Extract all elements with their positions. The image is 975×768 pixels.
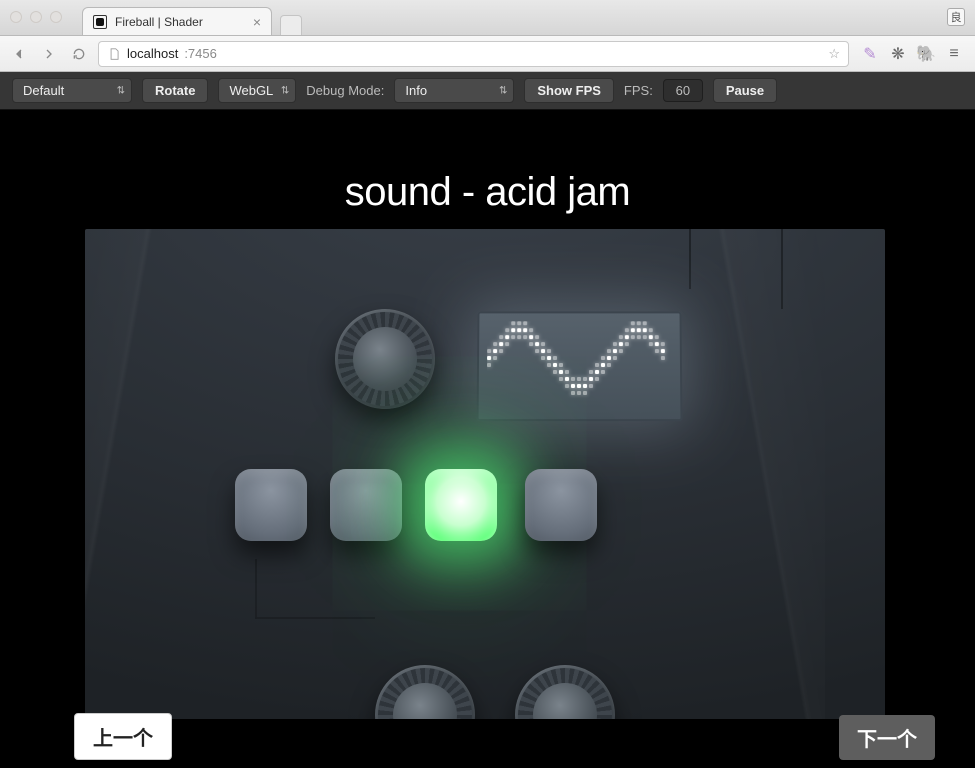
- rendered-scene: [85, 229, 885, 719]
- bookmark-star-icon[interactable]: ☆: [828, 46, 840, 62]
- profile-badge[interactable]: 良: [947, 8, 965, 26]
- debug-mode-label: Debug Mode:: [306, 83, 384, 98]
- chevron-updown-icon: ⇅: [499, 85, 507, 96]
- arrow-left-icon: [11, 46, 27, 62]
- waveform-display: [477, 311, 683, 421]
- favicon-icon: [93, 15, 107, 29]
- minimize-window-dot[interactable]: [30, 11, 42, 23]
- window-titlebar: Fireball | Shader × 良: [0, 0, 975, 36]
- arrow-right-icon: [41, 46, 57, 62]
- drum-pad-active[interactable]: [425, 469, 497, 541]
- new-tab-button[interactable]: [280, 15, 302, 35]
- url-port: :7456: [184, 46, 217, 61]
- back-button[interactable]: [8, 43, 30, 65]
- scene-title: sound - acid jam: [0, 170, 975, 215]
- fps-label: FPS:: [624, 83, 653, 98]
- drum-pad[interactable]: [525, 469, 597, 541]
- dev-toolbar-wrap: Default ⇅ Rotate WebGL ⇅ Debug Mode: Inf…: [0, 72, 975, 768]
- url-host: localhost: [127, 46, 178, 61]
- knob-control[interactable]: [515, 665, 615, 719]
- rotate-button[interactable]: Rotate: [142, 78, 208, 103]
- debug-level-select[interactable]: Info ⇅: [394, 78, 514, 103]
- dev-toolbar: Default ⇅ Rotate WebGL ⇅ Debug Mode: Inf…: [0, 72, 975, 110]
- traffic-lights: [0, 0, 72, 35]
- pause-button[interactable]: Pause: [713, 78, 777, 103]
- scene-select-value: Default: [23, 83, 64, 98]
- extension-atom-icon[interactable]: ❋: [889, 45, 907, 63]
- forward-button[interactable]: [38, 43, 60, 65]
- chrome-menu-icon[interactable]: ≡: [945, 45, 963, 63]
- extension-feather-icon[interactable]: ✎: [861, 45, 879, 63]
- debug-level-value: Info: [405, 83, 427, 98]
- chevron-updown-icon: ⇅: [117, 85, 125, 96]
- wire-line: [255, 617, 375, 619]
- drum-pad[interactable]: [330, 469, 402, 541]
- zoom-window-dot[interactable]: [50, 11, 62, 23]
- preview-canvas: sound - acid jam 上一个 下一个: [0, 110, 975, 768]
- knob-control[interactable]: [335, 309, 435, 409]
- close-window-dot[interactable]: [10, 11, 22, 23]
- wire-line: [689, 229, 691, 289]
- address-bar[interactable]: localhost :7456 ☆: [98, 41, 849, 67]
- drum-pad[interactable]: [235, 469, 307, 541]
- browser-tab[interactable]: Fireball | Shader ×: [82, 7, 272, 35]
- show-fps-button[interactable]: Show FPS: [524, 78, 614, 103]
- close-tab-icon[interactable]: ×: [253, 14, 261, 30]
- window-corner: 良: [937, 0, 975, 35]
- next-scene-button[interactable]: 下一个: [839, 715, 935, 760]
- knob-control[interactable]: [375, 665, 475, 719]
- fps-input[interactable]: [663, 79, 703, 102]
- scene-select[interactable]: Default ⇅: [12, 78, 132, 103]
- renderer-select-value: WebGL: [229, 83, 273, 98]
- extension-evernote-icon[interactable]: 🐘: [917, 45, 935, 63]
- wire-line: [781, 229, 783, 309]
- reload-icon: [71, 46, 87, 62]
- file-icon: [107, 46, 121, 62]
- tab-strip: Fireball | Shader ×: [82, 0, 302, 35]
- address-bar-row: localhost :7456 ☆ ✎ ❋ 🐘 ≡: [0, 36, 975, 72]
- chevron-updown-icon: ⇅: [281, 85, 289, 96]
- extension-icons: ✎ ❋ 🐘 ≡: [857, 45, 967, 63]
- renderer-select[interactable]: WebGL ⇅: [218, 78, 296, 103]
- wire-line: [255, 559, 257, 619]
- tab-title: Fireball | Shader: [115, 15, 203, 29]
- prev-scene-button[interactable]: 上一个: [74, 713, 172, 760]
- reload-button[interactable]: [68, 43, 90, 65]
